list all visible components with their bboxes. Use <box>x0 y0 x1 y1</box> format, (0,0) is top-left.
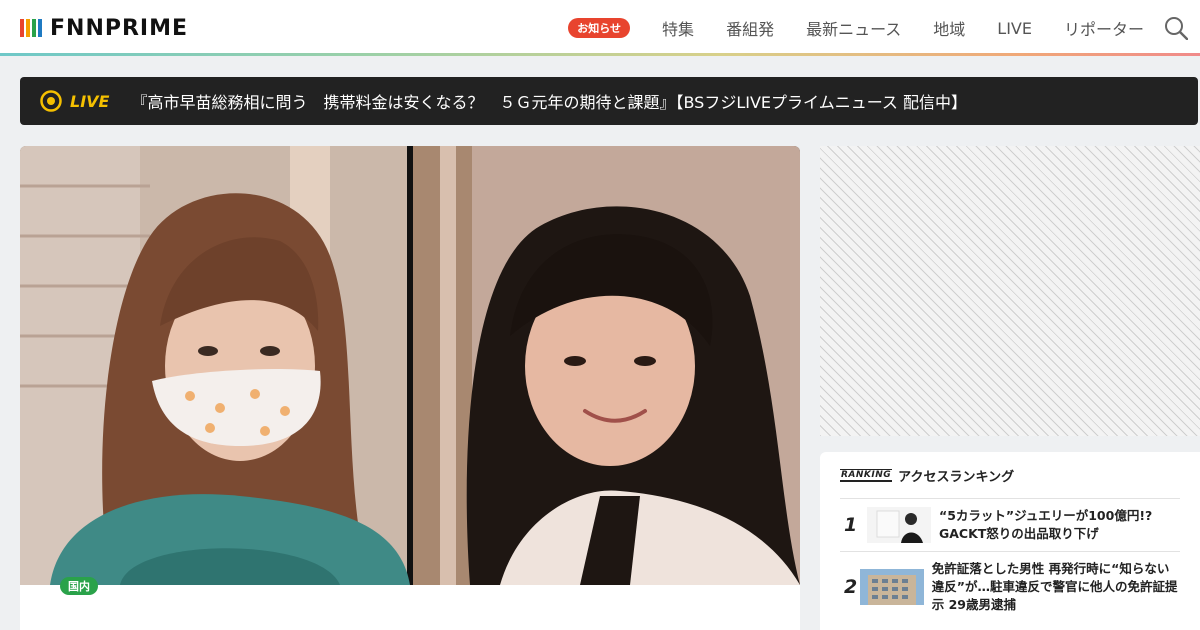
live-label: LIVE <box>70 91 110 111</box>
live-banner[interactable]: LIVE 『高市早苗総務相に問う 携帯料金は安くなる？ ５Ｇ元年の期待と課題』【… <box>20 77 1198 125</box>
ranking-thumbnail <box>859 569 924 605</box>
live-eye-icon <box>40 90 62 112</box>
logo-mark-icon <box>20 19 42 37</box>
notice-badge[interactable]: お知らせ <box>568 18 631 38</box>
ad-placeholder <box>820 146 1200 436</box>
nav-item-latest-news[interactable]: 最新ニュース <box>806 16 901 40</box>
ranking-thumbnail <box>866 507 931 543</box>
live-headline[interactable]: 『高市早苗総務相に問う 携帯料金は安くなる？ ５Ｇ元年の期待と課題』【BSフジL… <box>131 89 967 113</box>
ranking-logo: RANKING <box>840 468 893 482</box>
ranking-title: アクセスランキング <box>898 469 1015 485</box>
nav-item-programs[interactable]: 番組発 <box>726 16 774 40</box>
featured-article[interactable]: 国内 <box>20 146 800 630</box>
nav-item-region[interactable]: 地域 <box>933 16 965 40</box>
article-hero-image[interactable] <box>20 146 800 585</box>
article-headline[interactable] <box>60 616 760 630</box>
nav-item-features[interactable]: 特集 <box>662 16 694 40</box>
nav-item-live[interactable]: LIVE <box>997 19 1032 38</box>
rank-number: 2 <box>844 576 858 598</box>
site-header: FNNPRIME お知らせ 特集 番組発 最新ニュース 地域 LIVE リポータ… <box>0 0 1200 56</box>
search-icon[interactable] <box>1164 16 1188 40</box>
access-ranking: RANKING アクセスランキング 1 “5カラット”ジュエリーが100億円!?… <box>820 452 1200 630</box>
category-badge[interactable]: 国内 <box>60 577 98 595</box>
logo-text: FNNPRIME <box>50 15 189 41</box>
header-gradient-stripe <box>0 53 1200 56</box>
nav-item-reporter[interactable]: リポーター <box>1064 16 1144 40</box>
rank-number: 1 <box>844 514 858 536</box>
ranking-item-title[interactable]: 免許証落とした男性 再発行時に“知らない違反”が…駐車違反で警官に他人の免許証提… <box>932 560 1180 614</box>
ranking-item[interactable]: 2 免許証落とした男性 再発行時に“知らない違反”が…駐車違反で警官に他人の免許… <box>840 551 1180 622</box>
hero-photo-illustration <box>20 146 800 585</box>
ranking-item[interactable]: 1 “5カラット”ジュエリーが100億円!? GACKT怒りの出品取り下げ <box>840 498 1180 551</box>
ranking-header: RANKING アクセスランキング <box>840 464 1180 486</box>
site-logo[interactable]: FNNPRIME <box>20 14 188 42</box>
ranking-item-title[interactable]: “5カラット”ジュエリーが100億円!? GACKT怒りの出品取り下げ <box>939 507 1180 543</box>
main-nav: お知らせ 特集 番組発 最新ニュース 地域 LIVE リポーター <box>568 0 1144 56</box>
